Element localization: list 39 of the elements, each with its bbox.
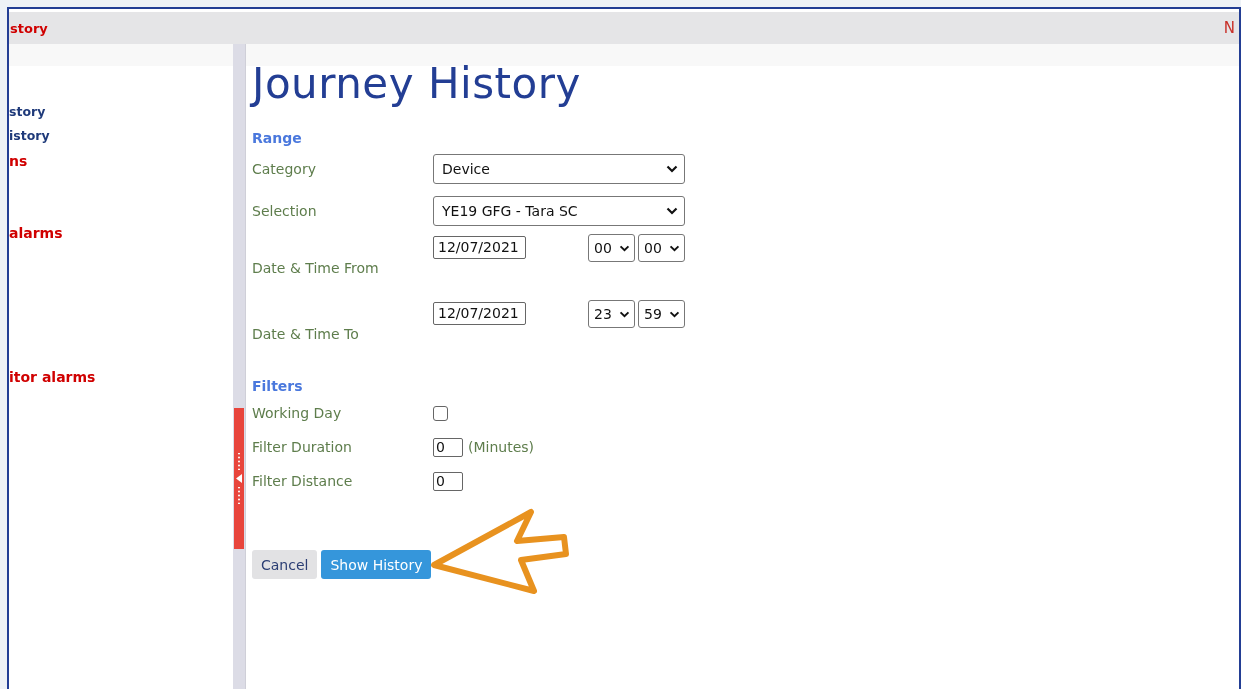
chevron-down-icon xyxy=(619,244,630,252)
minute-dropdown[interactable]: 00 xyxy=(638,234,685,262)
number-field[interactable]: 0 xyxy=(433,437,463,457)
chevron-down-icon xyxy=(666,165,678,173)
sidebar-item[interactable]: story xyxy=(9,104,46,120)
field-label: Date & Time From xyxy=(252,260,380,276)
cancel-button[interactable]: Cancel xyxy=(252,550,318,579)
sidebar-item[interactable]: itor alarms xyxy=(9,369,96,385)
minute-dropdown[interactable]: 59 xyxy=(638,300,685,328)
grip-dots-icon xyxy=(237,487,241,504)
notification-link[interactable]: N xyxy=(1223,19,1235,37)
date-field[interactable]: 12/07/2021 xyxy=(433,302,526,325)
hour-dropdown[interactable]: 00 xyxy=(588,234,635,262)
chevron-down-icon xyxy=(669,310,680,318)
field-label: Working Day xyxy=(252,405,343,421)
field-label: Filter Duration xyxy=(252,439,353,455)
number-field[interactable]: 0 xyxy=(433,471,463,491)
dropdown[interactable]: Device xyxy=(433,154,685,184)
page-tab-title[interactable]: story xyxy=(9,20,48,36)
collapse-handle[interactable] xyxy=(234,408,244,549)
field-label: Category xyxy=(252,161,317,177)
sidebar-item[interactable]: ns xyxy=(9,153,28,169)
field-label: Date & Time To xyxy=(252,326,360,342)
collapse-left-icon xyxy=(235,474,243,483)
field-label: Filter Distance xyxy=(252,473,354,489)
dropdown[interactable]: YE19 GFG - Tara SC xyxy=(433,196,685,226)
unit-label: (Minutes) xyxy=(468,439,535,455)
checkbox[interactable] xyxy=(433,405,448,421)
sidebar-item[interactable]: istory xyxy=(9,128,50,144)
hour-dropdown[interactable]: 23 xyxy=(588,300,635,328)
chevron-down-icon xyxy=(669,244,680,252)
date-field[interactable]: 12/07/2021 xyxy=(433,236,526,259)
grip-dots-icon xyxy=(237,453,241,470)
section-heading: Filters xyxy=(252,378,304,396)
chevron-down-icon xyxy=(619,310,630,318)
section-heading: Range xyxy=(252,130,303,148)
chevron-down-icon xyxy=(666,207,678,215)
field-label: Selection xyxy=(252,203,318,219)
sidebar-item[interactable]: alarms xyxy=(9,225,63,241)
